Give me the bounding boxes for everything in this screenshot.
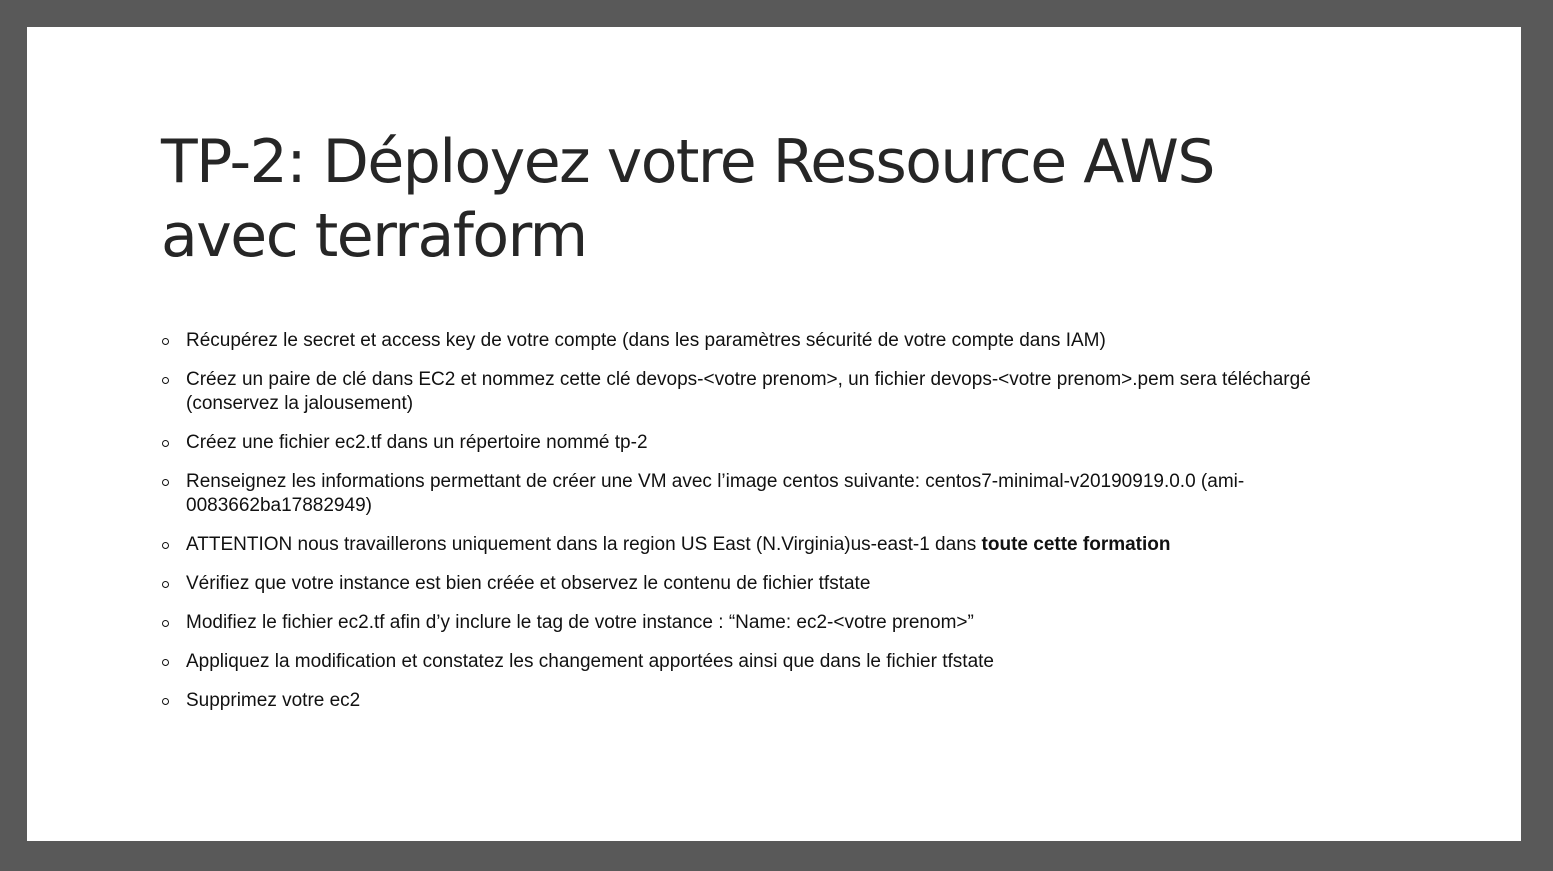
bullet-bold-text: toute cette formation <box>981 534 1171 555</box>
slide-title-line-1: TP-2: Déployez votre Ressource AWS <box>161 127 1215 197</box>
bullet-item: Supprimez votre ec2 <box>161 689 1371 713</box>
bullet-item: Récupérez le secret et access key de vot… <box>161 329 1371 353</box>
bullet-item: Créez un paire de clé dans EC2 et nommez… <box>161 368 1371 416</box>
bullet-item: ATTENTION nous travaillerons uniquement … <box>161 533 1371 557</box>
bullet-text: ATTENTION nous travaillerons uniquement … <box>186 534 982 555</box>
bullet-item: Créez une fichier ec2.tf dans un réperto… <box>161 431 1371 455</box>
bullet-text: Créez un paire de clé dans EC2 et nommez… <box>186 369 1311 414</box>
bullet-text: Supprimez votre ec2 <box>186 690 361 711</box>
bullet-text: Récupérez le secret et access key de vot… <box>186 330 1106 351</box>
slide: TP-2: Déployez votre Ressource AWS avec … <box>27 27 1521 841</box>
bullet-text: Renseignez les informations permettant d… <box>186 471 1245 516</box>
bullet-text: Vérifiez que votre instance est bien cré… <box>186 573 871 594</box>
bullet-text: Modifiez le fichier ec2.tf afin d’y incl… <box>186 612 974 633</box>
bullet-item: Appliquez la modification et constatez l… <box>161 650 1371 674</box>
bullet-list: Récupérez le secret et access key de vot… <box>161 329 1371 728</box>
bullet-text: Créez une fichier ec2.tf dans un réperto… <box>186 432 648 453</box>
slide-title: TP-2: Déployez votre Ressource AWS avec … <box>161 125 1411 273</box>
bullet-item: Modifiez le fichier ec2.tf afin d’y incl… <box>161 611 1371 635</box>
bullet-item: Renseignez les informations permettant d… <box>161 470 1371 518</box>
bullet-text: Appliquez la modification et constatez l… <box>186 651 994 672</box>
bullet-item: Vérifiez que votre instance est bien cré… <box>161 572 1371 596</box>
slide-title-line-2: avec terraform <box>161 201 588 271</box>
